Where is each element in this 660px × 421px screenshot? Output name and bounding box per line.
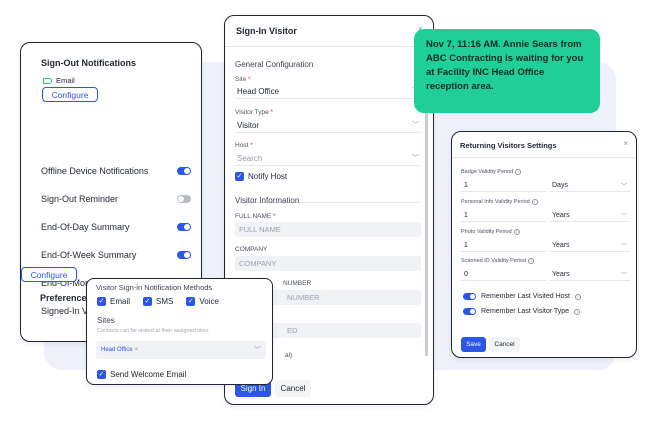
personal-info-validity-input[interactable]: 1 bbox=[461, 209, 546, 222]
modal-title: Sign-In Visitor bbox=[236, 26, 297, 36]
toggle-switch[interactable] bbox=[463, 293, 476, 300]
company-label: COMPANY bbox=[235, 246, 268, 253]
send-welcome-email-checkbox[interactable]: ✓ Send Welcome Email bbox=[97, 370, 186, 379]
info-icon: i bbox=[574, 308, 581, 315]
badge-validity-input[interactable]: 1 bbox=[461, 179, 546, 192]
voice-label: Voice bbox=[199, 297, 219, 306]
save-button[interactable]: Save bbox=[461, 337, 486, 352]
toggle-switch[interactable] bbox=[177, 251, 191, 259]
photo-validity-label: Photo Validity Period i bbox=[461, 229, 520, 235]
row-label: End-Of-Day Summary bbox=[41, 222, 130, 232]
company-input[interactable]: COMPANY bbox=[235, 256, 421, 271]
panel-title: Returning Visitors Settings bbox=[460, 141, 557, 150]
configure-button[interactable]: Configure bbox=[42, 87, 98, 102]
popup-title: Visitor Sign-in Notification Methods bbox=[96, 283, 213, 292]
check-icon[interactable]: ✓ bbox=[143, 297, 153, 306]
offline-device-notifications-row: Offline Device Notifications bbox=[41, 164, 191, 178]
end-of-week-summary-row: End-Of-Week Summary bbox=[41, 248, 191, 262]
sites-description: Contacts can be visited at their assigne… bbox=[97, 328, 209, 334]
row-label: Sign-Out Reminder bbox=[41, 194, 119, 204]
check-icon[interactable]: ✓ bbox=[186, 297, 196, 306]
site-select[interactable]: Head Office ﹀ bbox=[235, 84, 421, 99]
phone-label: NUMBER bbox=[283, 280, 312, 287]
full-name-label: FULL NAME * bbox=[235, 213, 276, 220]
full-name-input[interactable]: FULL NAME bbox=[235, 222, 421, 237]
host-search-select[interactable]: Search ﹀ bbox=[235, 151, 421, 166]
optional-field-label: al) bbox=[285, 352, 293, 359]
close-icon: × bbox=[134, 347, 139, 353]
site-value: Head Office bbox=[237, 86, 280, 96]
scanned-id-unit-select[interactable]: Years ﹀ bbox=[549, 268, 630, 281]
chevron-down-icon: ﹀ bbox=[254, 347, 261, 354]
divider bbox=[452, 157, 636, 158]
sites-multiselect[interactable]: Head Office × ﹀ bbox=[96, 341, 266, 359]
email-label: Email bbox=[110, 297, 131, 306]
toggle-switch[interactable] bbox=[463, 308, 476, 315]
notify-host-checkbox[interactable]: ✓ Notify Host bbox=[235, 172, 287, 181]
check-icon[interactable]: ✓ bbox=[97, 297, 106, 306]
info-icon: i bbox=[515, 169, 522, 175]
site-label: Site * bbox=[235, 76, 251, 83]
notifications-title: Sign-Out Notifications bbox=[41, 58, 136, 68]
method-checkboxes: ✓ Email ✓ SMS ✓ Voice bbox=[97, 297, 219, 306]
email-label: Email bbox=[56, 76, 75, 85]
chevron-down-icon: ﹀ bbox=[412, 155, 419, 162]
row-label: End-Of-Week Summary bbox=[41, 250, 137, 260]
cancel-button[interactable]: Cancel bbox=[489, 337, 520, 352]
tag-icon bbox=[43, 77, 52, 84]
personal-info-unit-select[interactable]: Years ﹀ bbox=[549, 209, 630, 222]
chevron-down-icon: ﹀ bbox=[412, 122, 419, 129]
site-chip[interactable]: Head Office × bbox=[101, 347, 138, 353]
remember-type-toggle-row[interactable]: Remember Last Visitor Type i bbox=[463, 308, 581, 315]
scanned-id-validity-input[interactable]: 0 bbox=[461, 268, 546, 281]
photo-validity-input[interactable]: 1 bbox=[461, 239, 546, 252]
scanned-id-validity-label: Scanned ID Validity Period i bbox=[461, 258, 535, 264]
badge-validity-unit-select[interactable]: Days ﹀ bbox=[549, 179, 630, 192]
preferences-configure-button[interactable]: Configure bbox=[21, 267, 77, 282]
info-icon: i bbox=[531, 199, 538, 205]
visitor-type-value: Visitor bbox=[237, 120, 260, 130]
divider bbox=[225, 46, 433, 47]
returning-visitors-settings-panel: Returning Visitors Settings × Badge Vali… bbox=[451, 131, 637, 358]
chevron-down-icon: ﹀ bbox=[620, 213, 627, 220]
notification-methods-popup: Visitor Sign-in Notification Methods ✓ E… bbox=[86, 278, 273, 385]
remember-host-toggle-row[interactable]: Remember Last Visited Host i bbox=[463, 293, 581, 300]
info-icon: i bbox=[513, 229, 520, 235]
check-icon: ✓ bbox=[97, 370, 106, 379]
check-icon: ✓ bbox=[235, 172, 244, 181]
end-of-day-summary-row: End-Of-Day Summary bbox=[41, 220, 191, 234]
sites-label: Sites bbox=[97, 316, 115, 325]
chevron-down-icon: ﹀ bbox=[620, 272, 627, 279]
photo-validity-unit-select[interactable]: Years ﹀ bbox=[549, 239, 630, 252]
badge-validity-label: Badge Validity Period i bbox=[461, 169, 522, 175]
chevron-down-icon: ﹀ bbox=[620, 183, 627, 190]
email-channel: Email bbox=[43, 76, 75, 85]
info-icon: i bbox=[528, 258, 535, 264]
chevron-down-icon: ﹀ bbox=[620, 243, 627, 250]
info-icon: i bbox=[574, 293, 581, 300]
host-placeholder: Search bbox=[237, 153, 263, 163]
notify-host-label: Notify Host bbox=[248, 172, 288, 181]
personal-info-validity-label: Personal Info Validity Period i bbox=[461, 199, 538, 205]
visitor-type-select[interactable]: Visitor ﹀ bbox=[235, 118, 421, 133]
visitor-type-label: Visitor Type * bbox=[235, 109, 274, 116]
close-icon[interactable]: × bbox=[623, 139, 628, 148]
toggle-switch[interactable] bbox=[177, 195, 191, 203]
general-configuration-heading: General Configuration bbox=[235, 60, 314, 69]
host-label: Host * bbox=[235, 142, 253, 149]
cancel-button[interactable]: Cancel bbox=[275, 380, 311, 397]
visitor-arrival-toast: Nov 7, 11:16 AM. Annie Sears from ABC Co… bbox=[414, 29, 600, 113]
toggle-switch[interactable] bbox=[177, 167, 191, 175]
sms-label: SMS bbox=[156, 297, 174, 306]
visitor-information-heading: Visitor Information bbox=[235, 196, 300, 205]
sign-out-reminder-row: Sign-Out Reminder bbox=[41, 192, 191, 206]
toggle-switch[interactable] bbox=[177, 223, 191, 231]
row-label: Offline Device Notifications bbox=[41, 166, 149, 176]
send-welcome-label: Send Welcome Email bbox=[110, 370, 187, 379]
preferences-label: Preferences bbox=[40, 293, 92, 303]
